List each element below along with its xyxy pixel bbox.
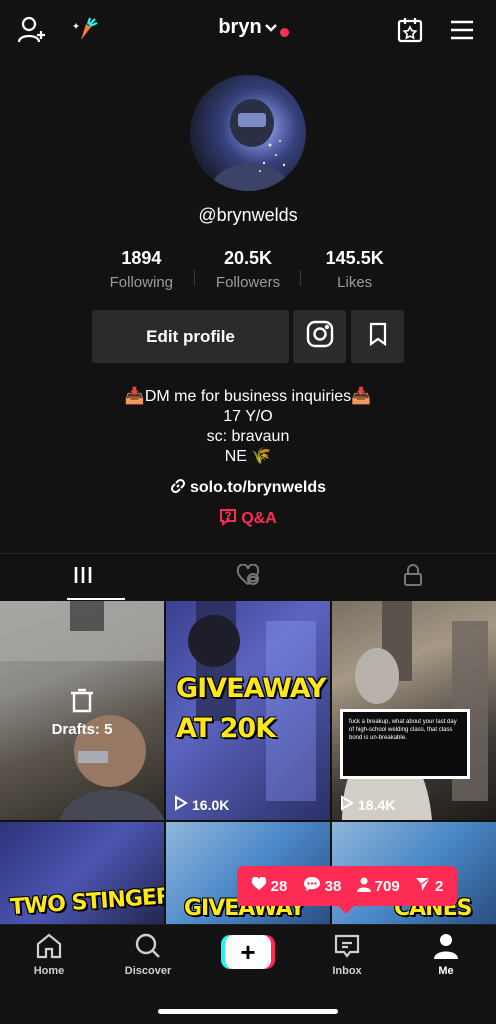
content-tabs <box>0 554 496 600</box>
link-text: solo.to/brynwelds <box>189 479 326 496</box>
stat-label: Followers <box>215 274 281 291</box>
video-thumbnail[interactable]: fuck a breakup, what about your last day… <box>332 601 496 820</box>
tweet-overlay: fuck a breakup, what about your last day… <box>340 709 470 779</box>
stat-value: 145.5K <box>325 248 384 268</box>
notif-mentions: 2 <box>415 877 443 896</box>
notification-dot <box>280 28 289 37</box>
notif-mentions-count: 2 <box>435 877 444 895</box>
hidden-heart-icon <box>235 562 261 591</box>
nav-home[interactable]: Home <box>9 933 89 977</box>
lock-icon <box>403 563 423 591</box>
nav-inbox-label: Inbox <box>332 965 362 977</box>
bookmark-icon <box>368 322 388 351</box>
profile-link[interactable]: solo.to/brynwelds <box>0 478 496 497</box>
instagram-icon <box>306 320 334 353</box>
qa-icon <box>219 509 241 527</box>
view-count: 18.4K <box>340 795 395 814</box>
play-icon <box>174 795 188 814</box>
avatar[interactable] <box>190 75 306 191</box>
nav-me[interactable]: Me <box>406 933 486 977</box>
comment-icon <box>303 876 321 896</box>
username: bryn <box>218 16 262 38</box>
notif-followers-count: 709 <box>374 877 400 895</box>
home-icon <box>35 933 63 962</box>
chevron-down-icon <box>264 16 278 39</box>
video-caption: TWO STINGER <box>9 883 164 921</box>
notif-comments-count: 38 <box>324 877 342 895</box>
stat-following[interactable]: 1894 Following <box>88 248 195 294</box>
edit-profile-button[interactable]: Edit profile <box>92 310 289 363</box>
nav-home-label: Home <box>33 965 65 977</box>
favorites-button[interactable] <box>351 310 404 363</box>
tab-liked[interactable] <box>165 554 330 600</box>
video-thumbnail[interactable]: GIVEAWAY AT 20K 16.0K <box>166 601 330 820</box>
notif-likes-count: 28 <box>270 877 288 895</box>
bio-line: NE 🌾 <box>224 448 272 465</box>
plus-icon: + <box>225 935 271 969</box>
home-indicator <box>158 1009 338 1014</box>
person-icon <box>356 877 371 896</box>
link-icon <box>170 478 190 496</box>
video-thumbnail[interactable]: TWO STINGER <box>0 822 164 924</box>
nav-discover[interactable]: Discover <box>108 933 188 977</box>
stats-row: 1894 Following 20.5K Followers 145.5K Li… <box>88 248 408 294</box>
video-caption: GIVEAWAY AT 20K <box>176 673 327 744</box>
bio-line: 📥DM me for business inquiries📥 <box>124 388 372 405</box>
heart-icon <box>251 876 267 895</box>
profile-icon <box>433 934 459 962</box>
qa-label: Q&A <box>241 510 277 527</box>
nav-discover-label: Discover <box>124 965 172 977</box>
nav-me-label: Me <box>438 965 454 977</box>
inbox-icon <box>333 934 361 962</box>
bio-line: 17 Y/O <box>223 408 273 425</box>
video-thumbnail-drafts[interactable]: Drafts: 5 <box>0 601 164 820</box>
nav-inbox[interactable]: Inbox <box>307 933 387 977</box>
view-count: 16.0K <box>174 795 229 814</box>
activity-notification[interactable]: 28 38 709 2 <box>237 866 457 914</box>
view-count-value: 16.0K <box>192 796 230 813</box>
send-icon <box>415 877 431 896</box>
stat-value: 20.5K <box>223 248 273 268</box>
view-count-value: 18.4K <box>358 796 396 813</box>
notif-followers: 709 <box>356 877 400 896</box>
search-icon <box>134 933 162 962</box>
bio-line: sc: bravaun <box>206 428 290 445</box>
stat-label: Following <box>109 274 174 291</box>
tab-private[interactable] <box>331 554 496 600</box>
play-icon <box>340 795 354 814</box>
notif-comments: 38 <box>303 876 342 896</box>
tweet-text: fuck a breakup, what about your last day… <box>349 719 457 741</box>
top-bar: bryn <box>0 0 496 60</box>
stat-value: 1894 <box>121 248 162 268</box>
notif-likes: 28 <box>251 876 288 895</box>
drafts-label: Drafts: 5 <box>51 721 113 738</box>
create-button[interactable]: + <box>221 935 275 969</box>
stat-label: Likes <box>337 274 373 291</box>
menu-icon[interactable] <box>446 14 478 46</box>
stat-likes[interactable]: 145.5K Likes <box>301 248 408 294</box>
stat-followers[interactable]: 20.5K Followers <box>195 248 302 294</box>
instagram-button[interactable] <box>293 310 346 363</box>
profile-handle: @brynwelds <box>198 205 298 225</box>
bio: 📥DM me for business inquiries📥 17 Y/O sc… <box>0 387 496 467</box>
bottom-nav: Home Discover + Inbox Me <box>0 924 496 1024</box>
grid-icon <box>72 565 94 590</box>
qa-link[interactable]: Q&A <box>0 508 496 528</box>
trash-icon <box>68 687 96 720</box>
tab-videos[interactable] <box>0 554 165 600</box>
calendar-star-icon[interactable] <box>394 14 426 46</box>
notification-pointer <box>337 905 355 914</box>
